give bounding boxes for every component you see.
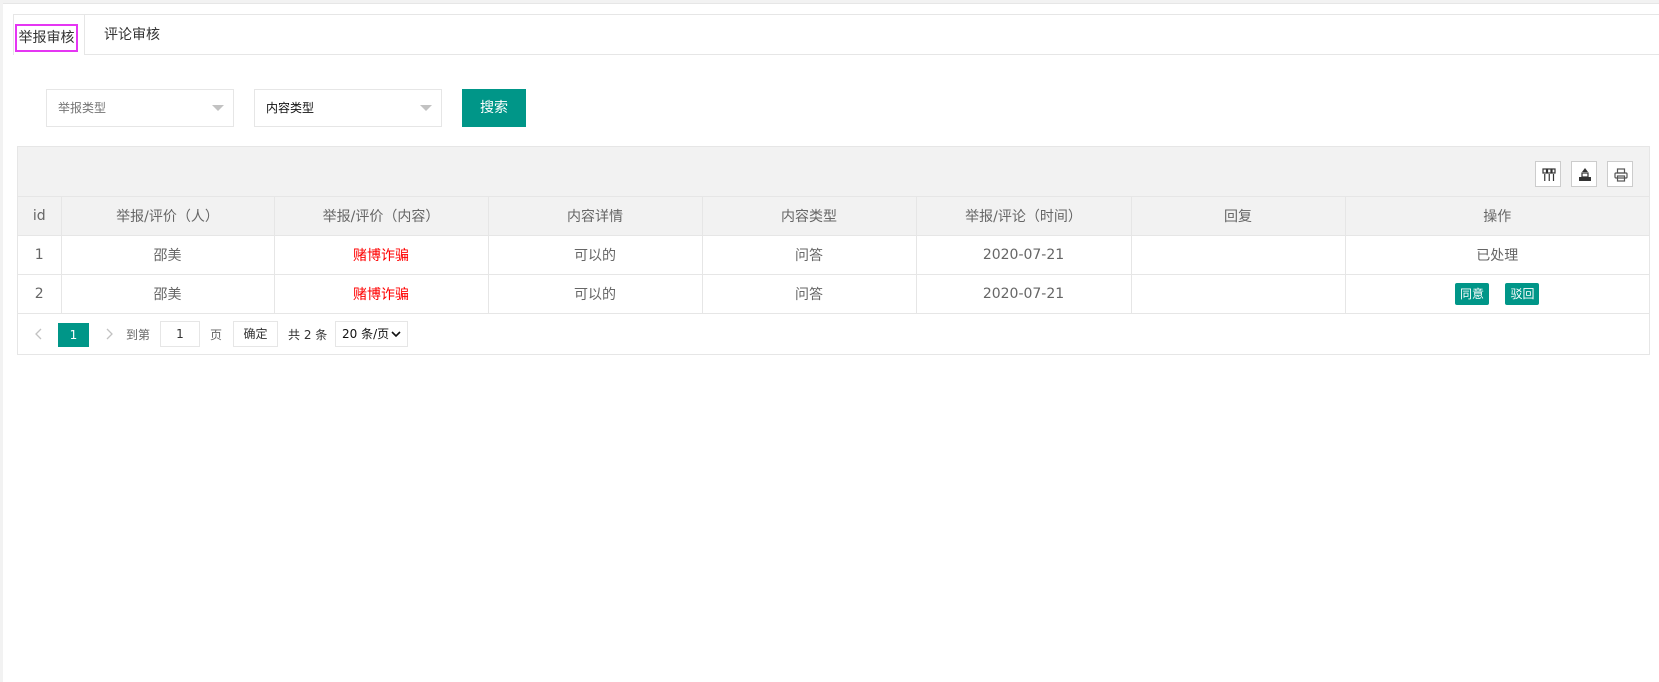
page-label: 页 xyxy=(210,328,223,342)
col-header-detail[interactable]: 内容详情 xyxy=(488,197,703,236)
cell-content: 赌博诈骗 xyxy=(274,274,489,314)
columns-icon[interactable] xyxy=(1535,161,1561,187)
content-type-value: 内容类型 xyxy=(266,101,315,115)
prev-page-icon[interactable] xyxy=(28,323,50,345)
table-toolbar xyxy=(18,147,1649,197)
page-size-value: 20 条/页 xyxy=(342,327,390,341)
content-type-select[interactable]: 内容类型 xyxy=(254,89,442,127)
cell-type: 问答 xyxy=(702,235,917,275)
cell-id: 1 xyxy=(18,235,62,275)
col-header-content[interactable]: 举报/评价（内容） xyxy=(274,197,489,236)
table-row[interactable]: 1 邵美 赌博诈骗 可以的 问答 2020-07-21 已处理 xyxy=(18,235,1649,275)
cell-type: 问答 xyxy=(702,274,917,314)
cell-time: 2020-07-21 xyxy=(916,235,1132,275)
tab-report-review-label: 举报审核 xyxy=(15,24,78,52)
search-button[interactable]: 搜索 xyxy=(462,89,526,127)
col-header-id[interactable]: id xyxy=(18,197,62,236)
approve-button[interactable]: 同意 xyxy=(1455,282,1490,305)
pagination: 1 到第 1 页 确定 共 2 条 20 条/页 xyxy=(18,315,1649,355)
col-header-type[interactable]: 内容类型 xyxy=(702,197,917,236)
cell-person: 邵美 xyxy=(61,235,275,275)
col-header-person[interactable]: 举报/评价（人） xyxy=(61,197,275,236)
goto-label: 到第 xyxy=(126,328,151,342)
export-icon[interactable] xyxy=(1571,161,1597,187)
cell-status: 已处理 xyxy=(1345,235,1649,275)
reject-button[interactable]: 驳回 xyxy=(1505,282,1540,305)
cell-time: 2020-07-21 xyxy=(916,274,1132,314)
report-type-select[interactable]: 举报类型 xyxy=(46,89,234,127)
dropdown-arrow-icon xyxy=(420,105,432,111)
main-panel: 举报审核 评论审核 举报类型 内容类型 搜索 id 举报/评价（人） 举报/评价… xyxy=(3,3,1659,682)
tab-comment-review[interactable]: 评论审核 xyxy=(97,15,167,55)
goto-confirm-button[interactable]: 确定 xyxy=(233,321,278,347)
report-type-placeholder: 举报类型 xyxy=(58,101,107,115)
table-row[interactable]: 2 邵美 赌博诈骗 可以的 问答 2020-07-21 同意 驳回 xyxy=(18,274,1649,314)
col-header-reply[interactable]: 回复 xyxy=(1131,197,1346,236)
cell-id: 2 xyxy=(18,274,62,314)
total-count: 共 2 条 xyxy=(288,328,328,342)
col-header-actions[interactable]: 操作 xyxy=(1345,197,1649,236)
page-size-select[interactable]: 20 条/页 xyxy=(335,321,408,347)
cell-detail: 可以的 xyxy=(488,235,703,275)
next-page-icon[interactable] xyxy=(98,323,120,345)
cell-content: 赌博诈骗 xyxy=(274,235,489,275)
cell-reply xyxy=(1131,274,1346,314)
cell-reply xyxy=(1131,235,1346,275)
dropdown-arrow-icon xyxy=(212,105,224,111)
table-header-row: id 举报/评价（人） 举报/评价（内容） 内容详情 内容类型 举报/评论（时间… xyxy=(18,197,1649,236)
cell-detail: 可以的 xyxy=(488,274,703,314)
chevron-down-icon xyxy=(391,331,401,338)
col-header-time[interactable]: 举报/评论（时间） xyxy=(916,197,1132,236)
table-container: id 举报/评价（人） 举报/评价（内容） 内容详情 内容类型 举报/评论（时间… xyxy=(17,146,1650,355)
tab-report-review[interactable]: 举报审核 xyxy=(14,15,85,55)
tab-bar: 举报审核 评论审核 xyxy=(13,14,1659,55)
print-icon[interactable] xyxy=(1607,161,1633,187)
cell-actions: 同意 驳回 xyxy=(1345,274,1649,314)
page-number-current[interactable]: 1 xyxy=(58,323,89,347)
report-table: id 举报/评价（人） 举报/评价（内容） 内容详情 内容类型 举报/评论（时间… xyxy=(18,197,1649,314)
cell-person: 邵美 xyxy=(61,274,275,314)
goto-page-input[interactable]: 1 xyxy=(160,321,200,347)
